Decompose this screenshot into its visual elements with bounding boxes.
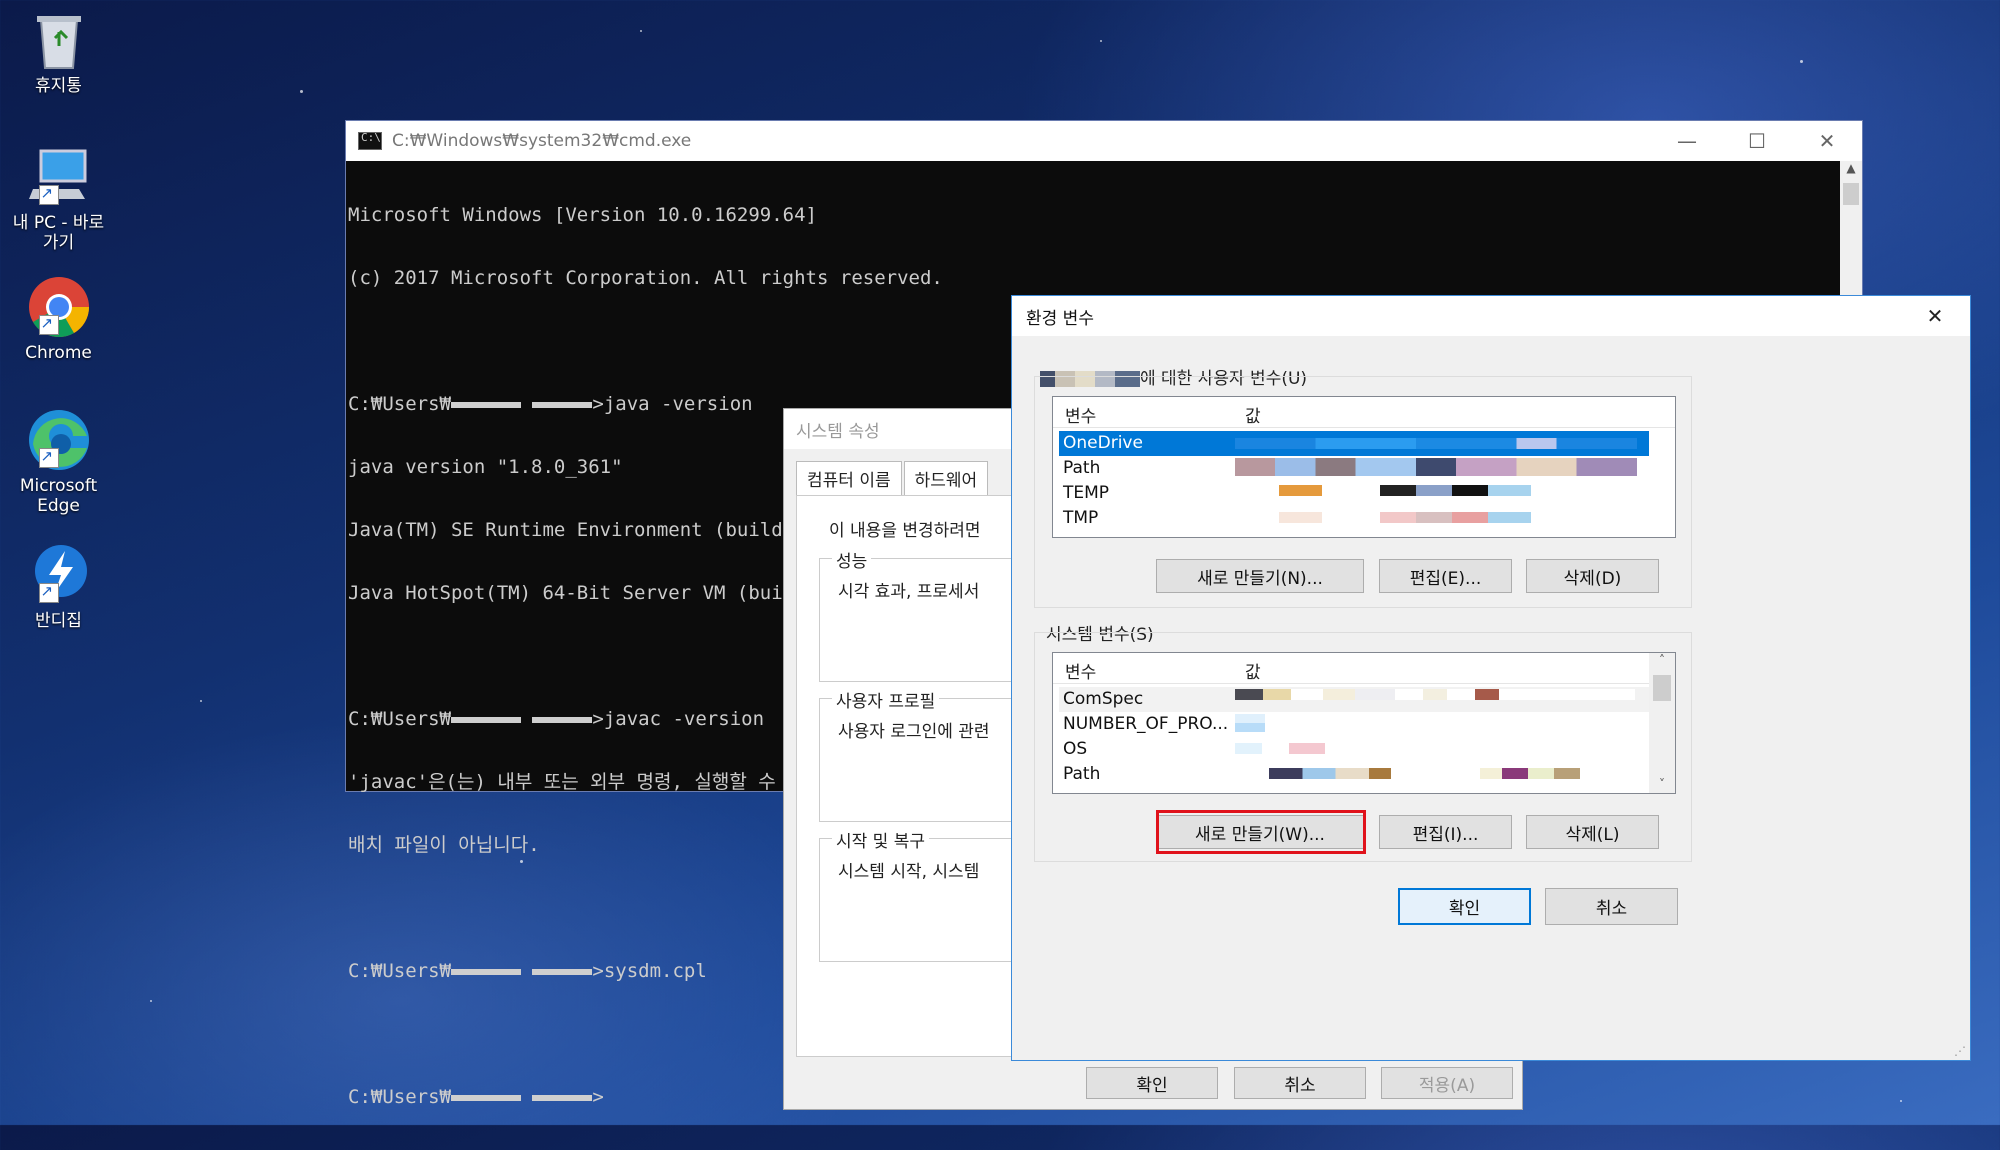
bandizip-icon: [27, 543, 91, 607]
group-label: 시작 및 복구: [832, 827, 930, 852]
scroll-thumb[interactable]: [1843, 183, 1859, 205]
group-label: 성능: [832, 547, 872, 572]
env-title: 환경 변수: [1026, 308, 1094, 329]
list-item[interactable]: Path: [1059, 456, 1649, 481]
desktop-icon-label: Chrome: [25, 343, 92, 363]
group-text: 시스템 시작, 시스템: [838, 862, 980, 882]
sysprop-intro: 이 내용을 변경하려면: [829, 521, 981, 541]
list-item[interactable]: ComSpec: [1059, 687, 1649, 712]
user-variables-list[interactable]: 변수 값 OneDrive Path TEMP TMP: [1052, 396, 1676, 538]
desktop-icon-bandizip[interactable]: 반디집: [6, 543, 111, 631]
desktop-icon-this-pc[interactable]: 내 PC - 바로 가기: [6, 145, 111, 253]
cmd-line: Microsoft Windows [Version 10.0.16299.64…: [348, 204, 817, 226]
highlight-box: [1156, 810, 1366, 854]
user-new-button[interactable]: 새로 만들기(N)...: [1156, 559, 1364, 593]
desktop-icon-edge[interactable]: Microsoft Edge: [6, 408, 111, 516]
desktop-icon-chrome[interactable]: Chrome: [6, 275, 111, 363]
star: [1900, 1100, 1902, 1102]
sysprop-ok-button[interactable]: 확인: [1086, 1067, 1218, 1099]
sysprop-title: 시스템 속성: [796, 421, 880, 442]
minimize-button[interactable]: —: [1652, 121, 1722, 161]
tab-computer-name[interactable]: 컴퓨터 이름: [796, 461, 902, 495]
star: [200, 700, 202, 702]
group-label: 사용자 프로필: [832, 687, 940, 712]
system-edit-button[interactable]: 편집(I)...: [1379, 815, 1512, 849]
list-header: 변수 값: [1053, 653, 1675, 684]
list-item[interactable]: Path: [1059, 762, 1649, 787]
cmd-line: (c) 2017 Microsoft Corporation. All righ…: [348, 267, 943, 289]
sysprop-apply-button[interactable]: 적용(A): [1381, 1067, 1513, 1099]
star: [300, 90, 303, 93]
list-item[interactable]: NUMBER_OF_PRO...: [1059, 712, 1649, 737]
star: [1100, 40, 1102, 42]
close-button[interactable]: ✕: [1792, 121, 1862, 161]
column-header-value[interactable]: 값: [1245, 658, 1261, 683]
recycle-bin-icon: [27, 8, 91, 72]
env-cancel-button[interactable]: 취소: [1545, 888, 1678, 925]
column-header-variable[interactable]: 변수: [1065, 402, 1096, 427]
desktop-icon-label: 내 PC - 바로 가기: [12, 213, 105, 253]
env-ok-button[interactable]: 확인: [1398, 888, 1531, 925]
cmd-command: javac -version: [603, 708, 765, 730]
user-edit-button[interactable]: 편집(E)...: [1379, 559, 1512, 593]
close-button[interactable]: ✕: [1900, 296, 1970, 336]
resize-grip-icon[interactable]: ⋰: [1954, 1044, 1966, 1058]
star: [640, 30, 642, 32]
cmd-title: C:₩Windows₩system32₩cmd.exe: [392, 131, 692, 151]
env-titlebar[interactable]: 환경 변수 ✕: [1012, 296, 1970, 336]
star: [150, 1000, 152, 1002]
cmd-command: java -version: [603, 393, 753, 415]
list-item[interactable]: TEMP: [1059, 481, 1649, 506]
desktop-icon-label: 휴지통: [35, 76, 82, 96]
chrome-icon: [27, 275, 91, 339]
group-text: 사용자 로그인에 관련: [838, 722, 990, 742]
scroll-down-arrow-icon[interactable]: ˅: [1649, 777, 1675, 791]
cmd-command: sysdm.cpl: [603, 960, 707, 982]
tab-hardware[interactable]: 하드웨어: [903, 461, 989, 495]
cmd-app-icon: C:\: [358, 131, 382, 150]
environment-variables-dialog[interactable]: 환경 변수 ✕ 에 대한 사용자 변수(U) 변수 값 OneDrive Pat…: [1011, 295, 1971, 1061]
list-item[interactable]: TMP: [1059, 506, 1649, 531]
star: [1800, 60, 1803, 63]
column-header-variable[interactable]: 변수: [1065, 658, 1096, 683]
scroll-up-arrow-icon[interactable]: ˄: [1649, 653, 1675, 673]
scroll-thumb[interactable]: [1653, 675, 1671, 701]
scroll-up-arrow-icon[interactable]: ▲: [1840, 161, 1862, 181]
desktop-icon-label: 반디집: [35, 611, 82, 631]
group-text: 시각 효과, 프로세서: [838, 582, 980, 602]
computer-icon: [27, 145, 91, 209]
desktop-icon-label: Microsoft Edge: [19, 476, 98, 516]
maximize-button[interactable]: ☐: [1722, 121, 1792, 161]
edge-icon: [27, 408, 91, 472]
system-delete-button[interactable]: 삭제(L): [1526, 815, 1659, 849]
desktop-icon-recycle-bin[interactable]: 휴지통: [6, 8, 111, 96]
list-header: 변수 값: [1053, 397, 1675, 428]
system-variables-list[interactable]: 변수 값 ComSpec NUMBER_OF_PRO... OS Path ˄ …: [1052, 652, 1676, 794]
system-list-scrollbar[interactable]: ˄ ˅: [1649, 653, 1675, 793]
sysprop-cancel-button[interactable]: 취소: [1234, 1067, 1366, 1099]
cmd-titlebar[interactable]: C:\ C:₩Windows₩system32₩cmd.exe — ☐ ✕: [346, 121, 1862, 161]
list-item[interactable]: OneDrive: [1059, 431, 1649, 456]
user-delete-button[interactable]: 삭제(D): [1526, 559, 1659, 593]
column-header-value[interactable]: 값: [1245, 402, 1261, 427]
list-item[interactable]: OS: [1059, 737, 1649, 762]
